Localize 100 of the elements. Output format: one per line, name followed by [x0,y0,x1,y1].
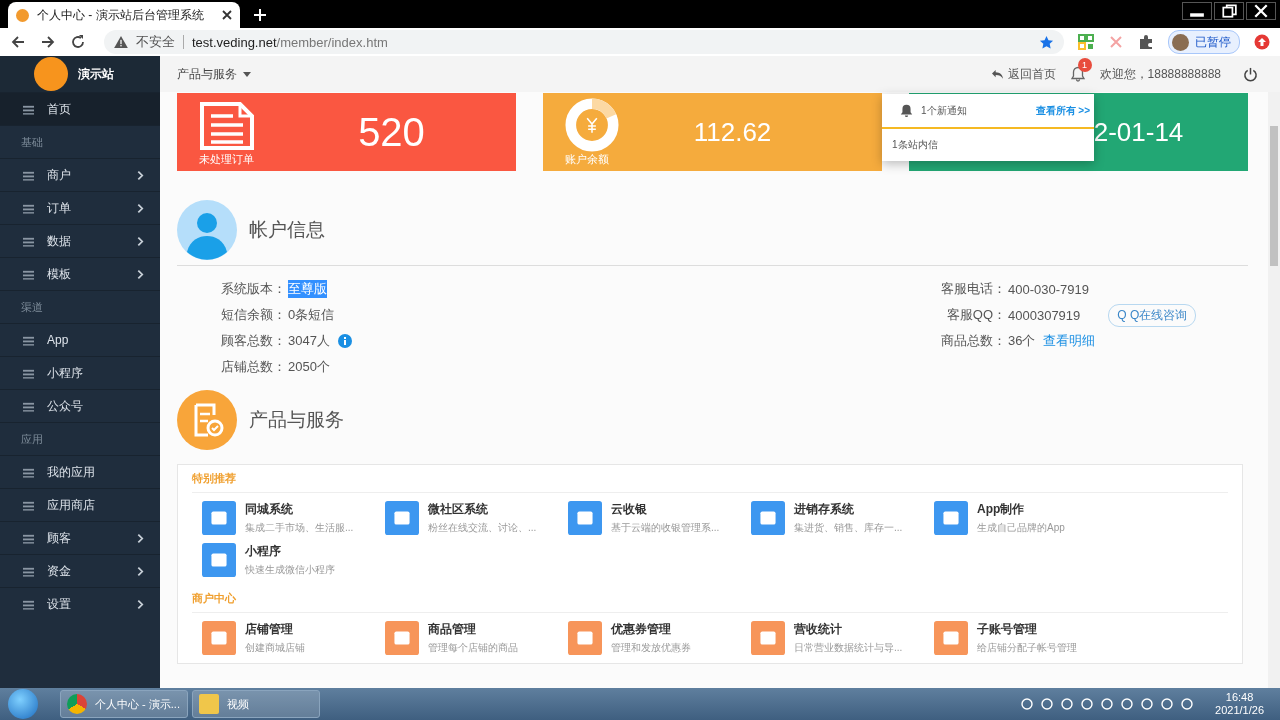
clock-time: 16:48 [1225,691,1254,704]
home-link[interactable]: 返回首页 [990,65,1056,83]
product-description: 日常营业数据统计与导... [794,641,903,655]
info-value: 36个 [1008,332,1036,350]
tray-icon[interactable] [1041,698,1054,710]
tray-icon[interactable] [1141,698,1154,710]
browser-tab[interactable]: 个人中心 - 演示站后台管理系统 [8,2,240,28]
category-title: 特别推荐 [192,465,1228,493]
category-title: 商户中心 [192,585,1228,613]
app-tile-icon[interactable] [385,501,419,535]
product-name[interactable]: App制作 [977,501,1065,518]
user-silhouette-icon [177,200,237,260]
info-label: 短信余额： [221,306,286,324]
logo-circle [34,57,68,91]
product-description: 快速生成微信小程序 [245,563,335,577]
info-label: 店铺总数： [221,358,286,376]
app-tile-icon[interactable] [202,543,236,577]
restore-icon[interactable] [1214,2,1244,20]
chevron-icon [137,532,144,544]
app-tile-icon[interactable] [385,621,419,655]
update-icon[interactable] [1254,34,1270,50]
app-tile-icon[interactable] [934,501,968,535]
tray-icon[interactable] [1021,698,1034,710]
app-tile-icon[interactable] [568,621,602,655]
products-menu[interactable]: 产品与服务 [177,65,252,83]
bookmark-star-icon[interactable] [1039,34,1054,50]
puzzle-icon[interactable] [1138,34,1154,50]
warning-icon [114,36,128,48]
close-tab-icon[interactable] [222,10,232,20]
forward-icon[interactable] [40,34,56,50]
app-tile-icon[interactable] [568,501,602,535]
tray-icon[interactable] [1181,698,1194,710]
chevron-icon [137,268,144,280]
taskbar-item[interactable]: 视频 [192,690,320,718]
taskbar-item[interactable]: 个人中心 - 演示... [60,690,188,718]
product-description: 粉丝在线交流、讨论、... [428,521,537,535]
app-tile-icon[interactable] [202,621,236,655]
product-description: 集成二手市场、生活服... [245,521,354,535]
bell-icon[interactable] [1069,66,1086,82]
new-tab-icon[interactable] [254,9,266,21]
tray-icon[interactable] [1081,698,1094,710]
brand-name: 演示站 [78,65,114,83]
product-description: 创建商城店铺 [245,641,305,655]
tray-icon[interactable] [1161,698,1174,710]
app-tile-icon[interactable] [202,501,236,535]
app-tile-icon[interactable] [934,621,968,655]
section-title: 产品与服务 [249,408,344,432]
stat-label: 账户余额 [565,152,609,167]
info-icon[interactable] [337,334,352,348]
menu-icon [22,565,35,577]
back-icon[interactable] [10,34,26,50]
product-name[interactable]: 小程序 [245,543,335,560]
close-icon[interactable] [1246,2,1276,20]
reply-arrow-icon [990,68,1004,80]
menu-icon [22,268,35,280]
view-all-link[interactable]: 查看所有 >> [1035,103,1090,118]
app-tile-icon[interactable] [751,501,785,535]
info-label: 商品总数： [940,332,1006,350]
info-label: 客服电话： [940,280,1006,298]
tray-icon[interactable] [1061,698,1074,710]
app-tile-icon[interactable] [751,621,785,655]
product-name[interactable]: 营收统计 [794,621,903,638]
menu-icon [22,169,35,181]
info-value: 3047人 [288,332,330,350]
product-description: 生成自己品牌的App [977,521,1065,535]
menu-icon [22,235,35,247]
details-link[interactable]: 查看明细 [1043,332,1096,350]
notification-item[interactable]: 1条站内信 [882,129,1094,161]
chevron-icon [137,202,144,214]
product-name[interactable]: 同城系统 [245,501,354,518]
product-name[interactable]: 微社区系统 [428,501,537,518]
menu-icon [22,334,35,346]
power-icon[interactable] [1243,66,1258,82]
product-name[interactable]: 店铺管理 [245,621,305,638]
tray-icon[interactable] [1101,698,1114,710]
product-name[interactable]: 云收银 [611,501,720,518]
menu-icon [22,103,35,115]
sidebar-item[interactable]: 首页 [0,92,160,125]
minimize-icon[interactable] [1182,2,1212,20]
section-title: 帐户信息 [249,218,325,242]
product-description: 管理每个店铺的商品 [428,641,518,655]
tray-icon[interactable] [1121,698,1134,710]
reload-icon[interactable] [70,34,86,50]
profile-button[interactable]: 已暂停 [1168,30,1240,54]
chevron-icon [137,598,144,610]
product-name[interactable]: 商品管理 [428,621,518,638]
clock-date: 2021/1/26 [1215,704,1264,717]
product-name[interactable]: 子账号管理 [977,621,1077,638]
product-description: 基于云端的收银管理系... [611,521,720,535]
tab-title: 个人中心 - 演示站后台管理系统 [37,6,205,24]
checklist-icon [177,390,237,450]
start-button[interactable] [8,689,38,719]
product-name[interactable]: 进销存系统 [794,501,903,518]
menu-icon [22,202,35,214]
product-name[interactable]: 优惠券管理 [611,621,691,638]
qq-consult-button[interactable]: Q Q在线咨询 [1108,303,1197,327]
qr-code-icon[interactable] [1078,34,1094,50]
info-value: 400-030-7919 [1008,281,1089,297]
address-field[interactable]: 不安全 test.veding.net/member/index.htm [104,30,1064,54]
url-text: test.veding.net/member/index.htm [192,34,389,50]
